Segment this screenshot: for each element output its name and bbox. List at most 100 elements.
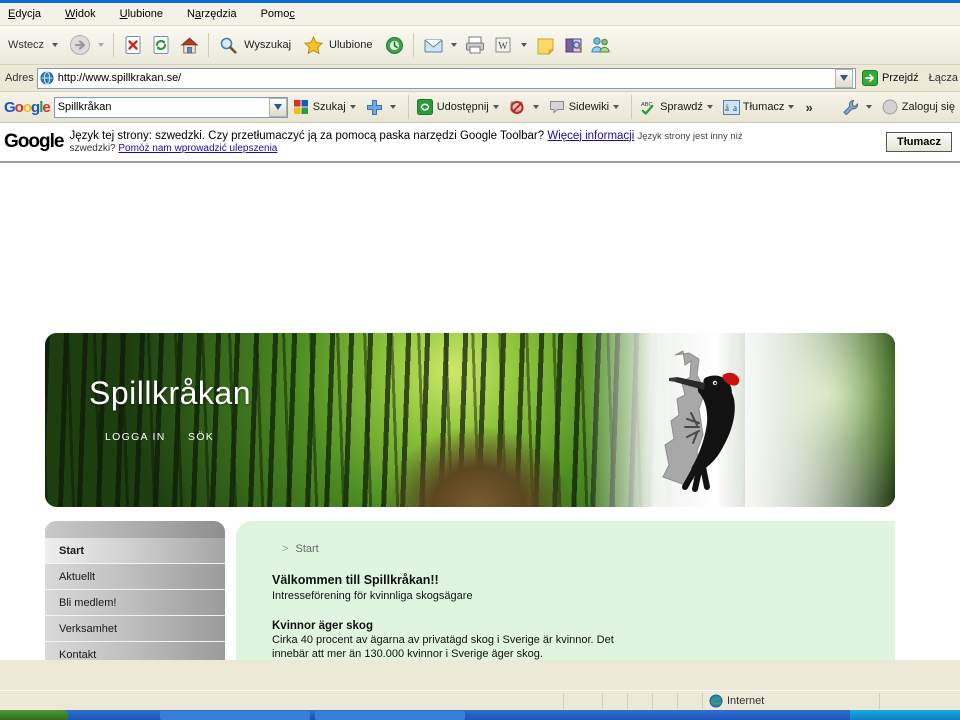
- chevron-down-icon[interactable]: [52, 43, 59, 47]
- mail-icon[interactable]: [420, 32, 446, 58]
- back-button-label: Wstecz: [8, 39, 45, 51]
- section-text-women: Cirka 40 procent av ägarna av privatägd …: [272, 633, 614, 660]
- google-signin-button[interactable]: Zaloguj się: [879, 99, 958, 116]
- toolbar-divider: [208, 33, 210, 57]
- banner-links: LOGGA IN SÖK: [105, 431, 214, 443]
- content-panel: > Start Välkommen till Spillkråkan!! Int…: [236, 521, 895, 660]
- sidebar-item-label: Bli medlem!: [59, 596, 117, 609]
- chevron-down-icon[interactable]: [865, 105, 872, 109]
- edit-dropdown-icon[interactable]: [521, 43, 528, 47]
- translate-lang-question: szwedzki?: [69, 142, 116, 154]
- google-toolbar-item-szukaj[interactable]: Szukaj: [290, 99, 363, 116]
- svg-text:W: W: [499, 41, 509, 52]
- chevron-down-icon[interactable]: [389, 105, 396, 109]
- browser-toolbar: Wstecz Wyszukaj Ulubione W: [0, 26, 960, 65]
- google-search-input[interactable]: [54, 101, 269, 113]
- improve-link[interactable]: Pomóż nam wprowadzić ulepszenia: [118, 143, 277, 154]
- sidebar-item-aktuellt[interactable]: Aktuellt: [45, 564, 225, 590]
- taskbar-item[interactable]: [160, 711, 310, 720]
- word-edit-icon[interactable]: W: [490, 32, 516, 58]
- google-toolbar-settings[interactable]: [839, 99, 879, 116]
- menu-bar: EEdycjadycja Widok Ulubione Narzędzia Po…: [0, 3, 960, 26]
- address-label: Adres: [5, 72, 34, 84]
- forward-arrow-icon: [67, 32, 93, 58]
- start-button[interactable]: [0, 710, 68, 720]
- google-toolbar-item-plus[interactable]: [363, 99, 403, 116]
- print-icon[interactable]: [462, 32, 488, 58]
- menu-item-widok[interactable]: Widok: [65, 8, 96, 20]
- address-dropdown-button[interactable]: [834, 68, 853, 88]
- menu-item-ulubione[interactable]: Ulubione: [120, 8, 163, 20]
- menu-item-narzedzia[interactable]: Narzędzia: [187, 8, 237, 20]
- translate-tail: Język strony jest inny niż: [637, 130, 743, 142]
- menu-item-pomoc[interactable]: Pomoc: [261, 8, 295, 20]
- google-toolbar-item-udostepnij[interactable]: Udostępnij: [414, 99, 506, 116]
- google-search-dropdown[interactable]: [268, 97, 287, 117]
- back-button[interactable]: Wstecz: [4, 39, 66, 51]
- mail-dropdown-icon[interactable]: [451, 43, 458, 47]
- sidebar-item-verksamhet[interactable]: Verksamhet: [45, 616, 225, 642]
- search-icon[interactable]: [215, 32, 241, 58]
- stop-icon[interactable]: [120, 32, 146, 58]
- google-toolbar-item-popup-blocker[interactable]: [506, 99, 546, 116]
- security-zone[interactable]: Internet: [702, 693, 879, 709]
- star-icon[interactable]: [300, 32, 326, 58]
- google-item-label: Sidewiki: [568, 101, 610, 113]
- welcome-heading: Välkommen till Spillkråkan!!: [272, 573, 439, 587]
- avatar-icon: [882, 99, 899, 116]
- chevron-down-icon[interactable]: [349, 105, 356, 109]
- google-logo: Google: [4, 98, 51, 116]
- chevron-down-icon[interactable]: [788, 105, 795, 109]
- messenger-icon[interactable]: [588, 32, 614, 58]
- page-favicon-icon: [40, 71, 55, 86]
- google-toolbar: Google Szukaj Udostępnij: [0, 92, 960, 123]
- google-toolbar-item-tlumacz[interactable]: äa Tłumacz: [720, 99, 802, 116]
- system-tray[interactable]: [850, 710, 960, 720]
- google-search-box[interactable]: [53, 96, 288, 118]
- google-toolbar-item-sprawdz[interactable]: ABC Sprawdź: [637, 99, 720, 116]
- history-icon[interactable]: [381, 32, 407, 58]
- page-viewport: Spillkråkan LOGGA IN SÖK > Start Välkomm…: [0, 163, 960, 660]
- wrench-icon: [842, 99, 859, 116]
- sidebar-item-start[interactable]: Start: [45, 538, 225, 564]
- google-toolbar-item-sidewiki[interactable]: Sidewiki: [546, 99, 626, 116]
- favorites-button-label[interactable]: Ulubione: [329, 39, 372, 51]
- breadcrumb: > Start: [282, 543, 319, 555]
- sidebar-nav: Start Aktuellt Bli medlem! Verksamhet Ko…: [45, 521, 225, 660]
- translate-button[interactable]: Tłumacz: [885, 132, 952, 152]
- google-search-icon: [293, 99, 310, 116]
- home-icon[interactable]: [176, 32, 202, 58]
- sidebar-item-kontakt[interactable]: Kontakt: [45, 642, 225, 660]
- chevron-down-icon[interactable]: [532, 105, 539, 109]
- banner-link-logga-in[interactable]: LOGGA IN: [105, 431, 166, 443]
- notes-icon[interactable]: [532, 32, 558, 58]
- welcome-subtitle: Intresseförening för kvinnliga skogsägar…: [272, 590, 473, 602]
- status-cell: [563, 693, 602, 709]
- black-woodpecker-illustration: [627, 347, 777, 497]
- search-button-label[interactable]: Wyszukaj: [244, 39, 291, 51]
- more-info-link[interactable]: Więcej informacji: [547, 130, 634, 142]
- section-heading-women: Kvinnor äger skog: [272, 619, 373, 632]
- spellcheck-icon: ABC: [640, 99, 657, 116]
- chevron-down-icon[interactable]: [706, 105, 713, 109]
- google-item-label: Udostępnij: [436, 101, 489, 113]
- refresh-icon[interactable]: [148, 32, 174, 58]
- breadcrumb-current: Start: [295, 543, 319, 555]
- chevron-down-icon[interactable]: [492, 105, 499, 109]
- toolbar-overflow-button[interactable]: »: [801, 100, 816, 115]
- go-button[interactable]: Przejdź: [856, 70, 925, 86]
- address-input[interactable]: [57, 72, 835, 84]
- sidebar-item-bli-medlem[interactable]: Bli medlem!: [45, 590, 225, 616]
- menu-item-edycja[interactable]: EEdycjadycja: [8, 8, 41, 20]
- banner-link-sok[interactable]: SÖK: [188, 431, 214, 443]
- chevron-down-icon[interactable]: [613, 105, 620, 109]
- address-input-wrap[interactable]: [36, 67, 856, 89]
- taskbar-item[interactable]: [315, 711, 465, 720]
- svg-text:a: a: [733, 103, 737, 113]
- status-bar: Internet: [0, 690, 960, 711]
- status-cell: [879, 693, 960, 709]
- links-label[interactable]: Łącza: [925, 72, 958, 84]
- encarta-icon[interactable]: [560, 32, 586, 58]
- status-cell: [627, 693, 652, 709]
- forward-dropdown-icon: [98, 43, 105, 47]
